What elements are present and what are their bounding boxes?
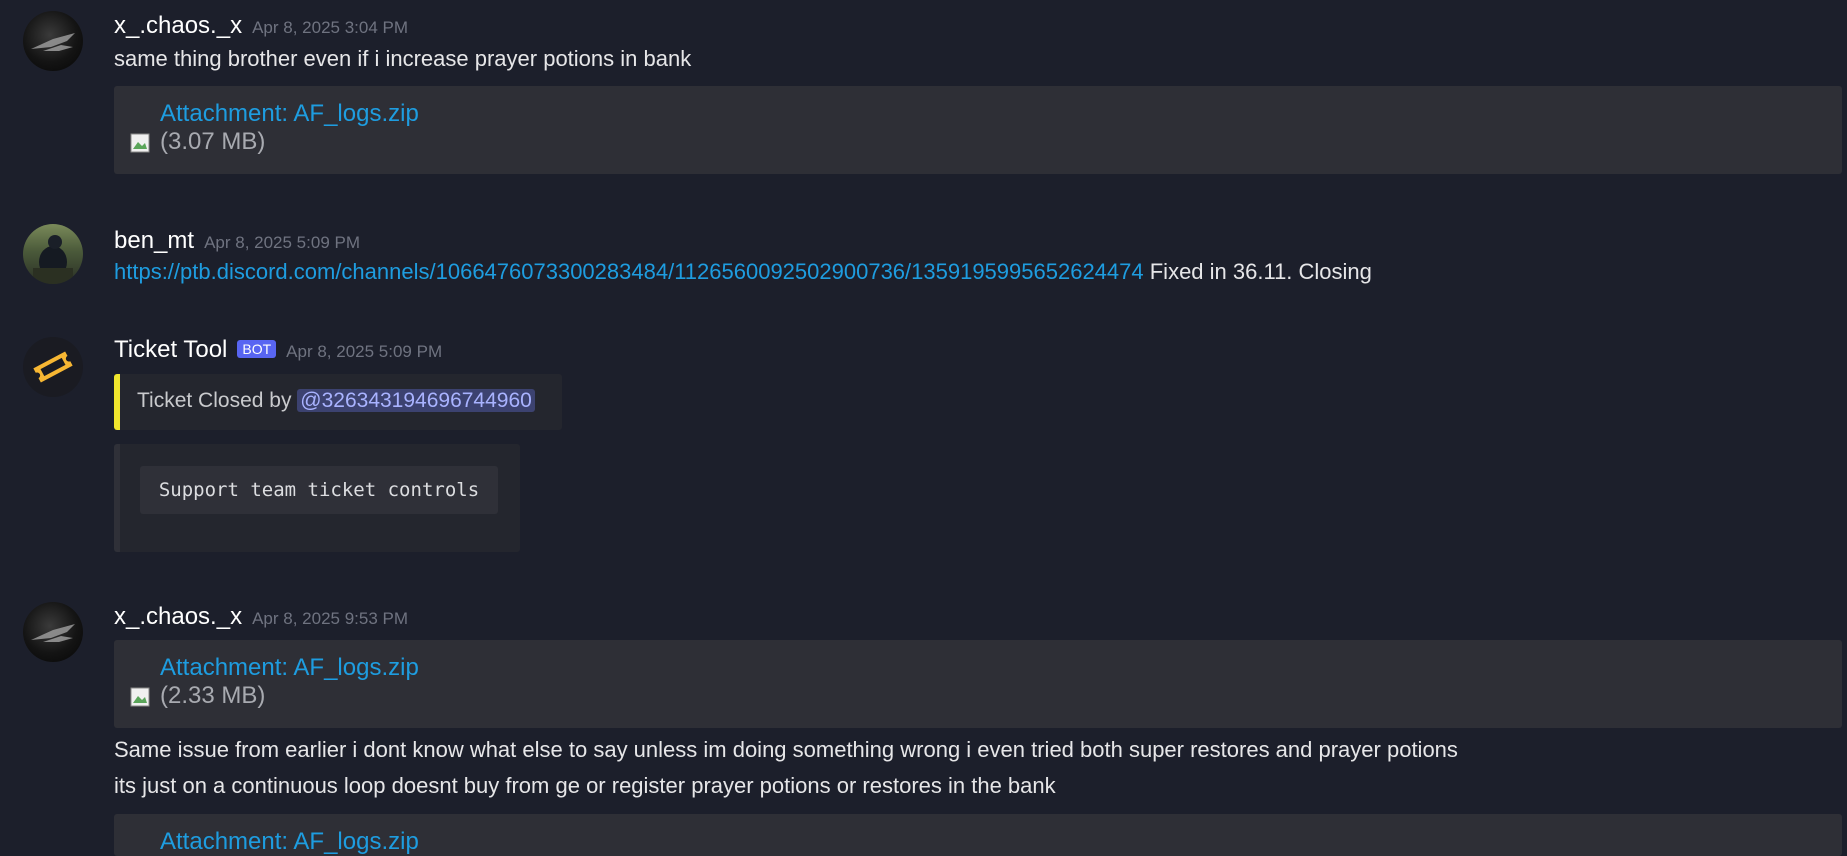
message-text: same thing brother even if i increase pr… xyxy=(114,46,692,71)
avatar-image xyxy=(31,33,75,51)
attachment-card: Attachment: AF_logs.zip xyxy=(114,814,1842,856)
avatar[interactable] xyxy=(23,224,83,284)
bot-badge: BOT xyxy=(237,340,277,358)
avatar[interactable] xyxy=(23,602,83,662)
username[interactable]: Ticket Tool xyxy=(114,336,227,363)
timestamp: Apr 8, 2025 5:09 PM xyxy=(286,342,443,361)
ticket-icon xyxy=(33,351,73,383)
broken-image-icon xyxy=(130,133,150,153)
embed-text: Ticket Closed by @326343194696744960 xyxy=(137,389,535,413)
attachment-link[interactable]: Attachment: AF_logs.zip xyxy=(160,100,419,128)
message-text: https://ptb.discord.com/channels/1066476… xyxy=(114,259,1372,285)
username[interactable]: ben_mt xyxy=(114,227,194,254)
message-text-line-2: its just on a continuous loop doesnt buy… xyxy=(114,773,1056,798)
ticket-controls-label: Support team ticket controls xyxy=(140,466,498,514)
username[interactable]: x_.chaos._x xyxy=(114,12,242,39)
timestamp: Apr 8, 2025 5:09 PM xyxy=(204,233,360,252)
embed-card: Ticket Closed by @326343194696744960 xyxy=(114,374,562,430)
username[interactable]: x_.chaos._x xyxy=(114,603,242,630)
timestamp: Apr 8, 2025 9:53 PM xyxy=(252,609,409,628)
ticket-controls-card: Support team ticket controls xyxy=(114,444,520,552)
attachment-link[interactable]: Attachment: AF_logs.zip xyxy=(160,654,419,682)
message-link[interactable]: https://ptb.discord.com/channels/1066476… xyxy=(114,259,1144,284)
attachment-link[interactable]: Attachment: AF_logs.zip xyxy=(160,828,419,856)
attachment-card: Attachment: AF_logs.zip (3.07 MB) xyxy=(114,86,1842,174)
attachment-size: (2.33 MB) xyxy=(160,682,266,709)
avatar-image xyxy=(33,235,73,284)
message-text-line-1: Same issue from earlier i dont know what… xyxy=(114,737,1458,762)
user-mention[interactable]: @326343194696744960 xyxy=(297,389,535,412)
timestamp: Apr 8, 2025 3:04 PM xyxy=(252,18,409,37)
message-text-tail: Fixed in 36.11. Closing xyxy=(1143,259,1372,284)
attachment-card: Attachment: AF_logs.zip (2.33 MB) xyxy=(114,640,1842,728)
avatar[interactable] xyxy=(23,337,83,397)
embed-label: Ticket Closed by xyxy=(137,389,298,412)
broken-image-icon xyxy=(130,687,150,707)
avatar-image xyxy=(31,624,75,642)
avatar[interactable] xyxy=(23,11,83,71)
attachment-size: (3.07 MB) xyxy=(160,128,266,155)
